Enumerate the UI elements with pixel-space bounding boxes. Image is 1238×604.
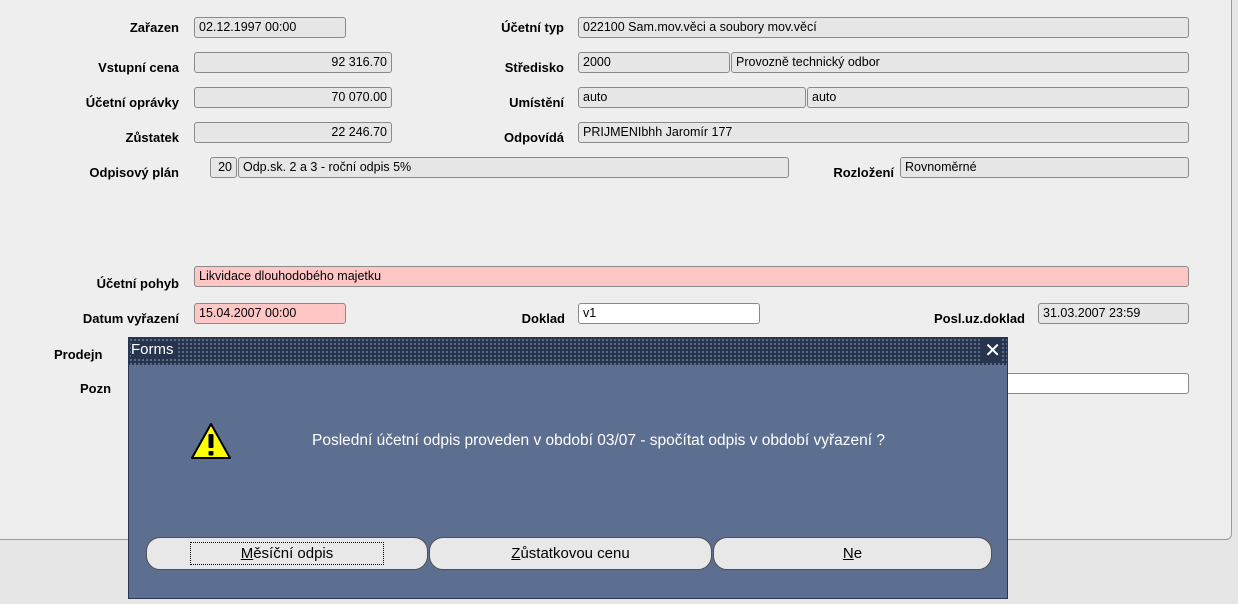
mesicni-odpis-label: Měsíční odpis (189, 542, 385, 565)
odpisovy-plan-field[interactable]: Odp.sk. 2 a 3 - roční odpis 5% (238, 157, 789, 178)
zustatkovou-cenu-label: Zůstatkovou cenu (511, 545, 630, 562)
ucetni-opravky-field[interactable]: 70 070.00 (194, 87, 392, 108)
warning-icon (191, 423, 231, 459)
zustatkovou-cenu-button[interactable]: Zůstatkovou cenu (429, 537, 712, 570)
close-icon[interactable]: ✕ (980, 339, 1001, 363)
posl-uz-doklad-field[interactable]: 31.03.2007 23:59 (1038, 303, 1189, 324)
label-ucetni-typ: Účetní typ (501, 20, 564, 35)
label-zarazen: Zařazen (129, 20, 179, 35)
label-pozn: Pozn (80, 381, 112, 396)
label-ucetni-opravky: Účetní oprávky (85, 95, 179, 110)
doklad-field[interactable]: v1 (578, 303, 760, 324)
umisteni-field-2[interactable]: auto (807, 87, 1189, 108)
vstupni-cena-field[interactable]: 92 316.70 (194, 52, 392, 73)
ne-label: Ne (842, 545, 863, 562)
ucetni-pohyb-field[interactable]: Likvidace dlouhodobého majetku (194, 266, 1189, 287)
label-vstupni-cena: Vstupní cena (98, 60, 179, 75)
umisteni-field-1[interactable]: auto (578, 87, 806, 108)
label-datum-vyrazeni: Datum vyřazení (82, 311, 179, 326)
stredisko-name-field[interactable]: Provozně technický odbor (731, 52, 1189, 73)
dialog-title-bar[interactable]: Forms ✕ (129, 338, 1007, 365)
label-doklad: Doklad (521, 311, 565, 326)
label-odpisovy-plan: Odpisový plán (89, 165, 179, 180)
forms-dialog: Forms ✕ Poslední účetní odpis proveden v… (128, 337, 1008, 599)
zarazen-field[interactable]: 02.12.1997 00:00 (194, 17, 346, 38)
label-zustatek: Zůstatek (125, 130, 179, 145)
ne-button[interactable]: Ne (713, 537, 992, 570)
label-umisteni: Umístění (509, 95, 564, 110)
label-stredisko: Středisko (504, 60, 564, 75)
label-odpovida: Odpovídá (504, 130, 564, 145)
label-rozlozeni: Rozložení (833, 165, 894, 180)
odpisovy-plan-code-field[interactable]: 20 (210, 157, 237, 178)
mesicni-odpis-button[interactable]: Měsíční odpis (146, 537, 428, 570)
label-prodejn: Prodejn (54, 347, 103, 362)
datum-vyrazeni-field[interactable]: 15.04.2007 00:00 (194, 303, 346, 324)
ucetni-typ-field[interactable]: 022100 Sam.mov.věci a soubory mov.věcí (578, 17, 1189, 38)
dialog-message: Poslední účetní odpis proveden v období … (312, 432, 886, 449)
rozlozeni-field[interactable]: Rovnoměrné (900, 157, 1189, 178)
zustatek-field[interactable]: 22 246.70 (194, 122, 392, 143)
label-posl-uz-doklad: Posl.uz.doklad (933, 311, 1025, 326)
odpovida-field[interactable]: PRIJMENIbhh Jaromír 177 (578, 122, 1189, 143)
pozn-field[interactable] (1000, 373, 1189, 394)
stredisko-code-field[interactable]: 2000 (578, 52, 730, 73)
label-ucetni-pohyb: Účetní pohyb (96, 276, 179, 291)
dialog-title: Forms (131, 341, 178, 358)
